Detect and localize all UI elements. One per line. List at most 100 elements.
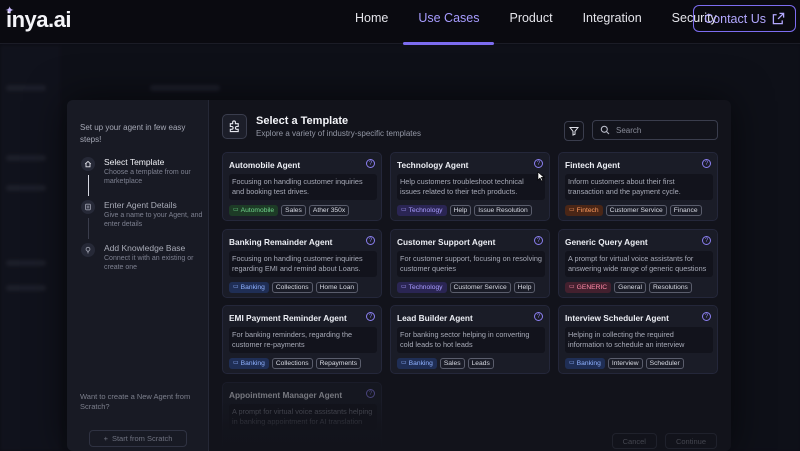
external-link-icon [772, 12, 785, 25]
start-from-scratch-label: Start from Scratch [111, 434, 173, 443]
template-title: EMI Payment Reminder Agent [229, 313, 347, 323]
tag-list: ▭ GENERIC General Resolutions [565, 282, 692, 293]
category-icon: ▭ [569, 284, 575, 290]
help-icon[interactable]: ? [702, 159, 711, 168]
template-title: Appointment Manager Agent [229, 390, 343, 400]
tag-chip: Collections [271, 358, 313, 369]
tag-chip: Finance [669, 205, 702, 216]
filter-icon [569, 127, 579, 136]
template-card[interactable]: Fintech Agent? Inform customers about the… [558, 152, 718, 221]
top-navigation: ✦ inya.ai Home Use Cases Product Integra… [0, 0, 800, 45]
tag-chip: Leads [467, 358, 494, 369]
tag-chip: Ather 350x [308, 205, 350, 216]
step-connector [88, 175, 89, 196]
template-card[interactable]: Interview Scheduler Agent? Helping in col… [558, 305, 718, 374]
tag-chip: Sales [439, 358, 465, 369]
template-card[interactable]: Lead Builder Agent? For banking sector he… [390, 305, 550, 374]
template-description: Inform customers about their first trans… [565, 174, 713, 200]
template-card[interactable]: Technology Agent? Help customers troubles… [390, 152, 550, 221]
help-icon[interactable]: ? [702, 236, 711, 245]
template-title: Automobile Agent [229, 160, 301, 170]
plus-icon: + [103, 434, 108, 443]
template-card[interactable]: Appointment Manager Agent? A prompt for v… [222, 382, 382, 451]
nav-link-home[interactable]: Home [340, 0, 403, 44]
template-card[interactable]: EMI Payment Reminder Agent? For banking r… [222, 305, 382, 374]
help-icon[interactable]: ? [366, 159, 375, 168]
tag-list: ▭ Fintech Customer Service Finance [565, 205, 702, 216]
tag-chip: Help [449, 205, 472, 216]
cancel-button[interactable]: Cancel [611, 433, 657, 449]
category-badge: ▭ Fintech [565, 205, 603, 216]
template-description: A prompt for virtual voice assistants he… [229, 404, 377, 430]
template-modal: Set up your agent in few easy steps! Sel… [67, 100, 731, 451]
template-title: Generic Query Agent [565, 237, 648, 247]
logo[interactable]: ✦ inya.ai [5, 5, 71, 33]
category-label: GENERIC [576, 284, 608, 291]
page-title: Select a Template [256, 115, 349, 127]
category-badge: ▭ Banking [565, 358, 605, 369]
start-from-scratch-button[interactable]: + Start from Scratch [89, 430, 187, 447]
help-icon[interactable]: ? [534, 159, 543, 168]
filter-button[interactable] [564, 121, 584, 141]
help-icon[interactable]: ? [366, 312, 375, 321]
background-line [6, 285, 46, 291]
category-label: Automobile [240, 207, 275, 214]
scratch-section: Want to create a New Agent from Scratch?… [80, 392, 202, 447]
category-badge: ▭ Banking [397, 358, 437, 369]
category-badge: ▭ Technology [397, 205, 447, 216]
tag-chip: Customer Service [605, 205, 667, 216]
document-icon [81, 200, 95, 214]
category-badge: ▭ Banking [229, 358, 269, 369]
search-input[interactable] [616, 125, 706, 135]
template-card[interactable]: Generic Query Agent? A prompt for virtual… [558, 229, 718, 298]
category-icon: ▭ [233, 207, 239, 213]
step-description: Give a name to your Agent, and enter det… [104, 212, 203, 228]
tag-chip: Interview [607, 358, 643, 369]
contact-us-button[interactable]: Contact Us [693, 5, 796, 32]
help-icon[interactable]: ? [534, 236, 543, 245]
help-icon[interactable]: ? [366, 236, 375, 245]
template-title: Lead Builder Agent [397, 313, 473, 323]
nav-link-product[interactable]: Product [494, 0, 567, 44]
category-label: Banking [240, 360, 265, 367]
template-title: Customer Support Agent [397, 237, 496, 247]
template-description: Help customers troubleshoot technical is… [397, 174, 545, 200]
search-box [592, 120, 718, 140]
category-badge: ▭ Technology [397, 282, 447, 293]
category-label: Banking [240, 284, 265, 291]
help-icon[interactable]: ? [366, 389, 375, 398]
template-card[interactable]: Customer Support Agent? For customer supp… [390, 229, 550, 298]
tag-list: ▭ Technology Customer Service Help [397, 282, 536, 293]
sparkle-icon: ✦ [5, 5, 14, 17]
category-label: Banking [408, 360, 433, 367]
tag-list: ▭ Banking Collections Repayments [229, 358, 362, 369]
category-label: Banking [576, 360, 601, 367]
continue-button[interactable]: Continue [664, 433, 717, 449]
puzzle-icon [222, 114, 247, 139]
tag-chip: Collections [271, 282, 313, 293]
tag-chip: Resolutions [648, 282, 692, 293]
background-line [6, 260, 46, 266]
help-icon[interactable]: ? [702, 312, 711, 321]
template-card[interactable]: Banking Remainder Agent? Focusing on hand… [222, 229, 382, 298]
background-line [6, 185, 46, 191]
tag-chip: Customer Service [449, 282, 511, 293]
tag-chip: Sales [281, 205, 306, 216]
search-icon [600, 125, 610, 135]
template-description: A prompt for virtual voice assistants fo… [565, 251, 713, 277]
help-icon[interactable]: ? [534, 312, 543, 321]
tag-list: ▭ Banking Sales Leads [397, 358, 494, 369]
background-line [6, 155, 46, 161]
nav-link-integration[interactable]: Integration [568, 0, 657, 44]
category-badge: ▭ Banking [229, 282, 269, 293]
tag-chip: Scheduler [645, 358, 684, 369]
step-title: Select Template [104, 157, 165, 167]
home-icon [81, 157, 95, 171]
category-icon: ▭ [233, 360, 239, 366]
template-card[interactable]: Automobile Agent? Focusing on handling cu… [222, 152, 382, 221]
steps-panel: Set up your agent in few easy steps! Sel… [67, 100, 209, 451]
template-title: Banking Remainder Agent [229, 237, 333, 247]
category-label: Fintech [576, 207, 599, 214]
nav-link-use-cases[interactable]: Use Cases [403, 0, 495, 45]
step-title: Add Knowledge Base [104, 243, 186, 253]
